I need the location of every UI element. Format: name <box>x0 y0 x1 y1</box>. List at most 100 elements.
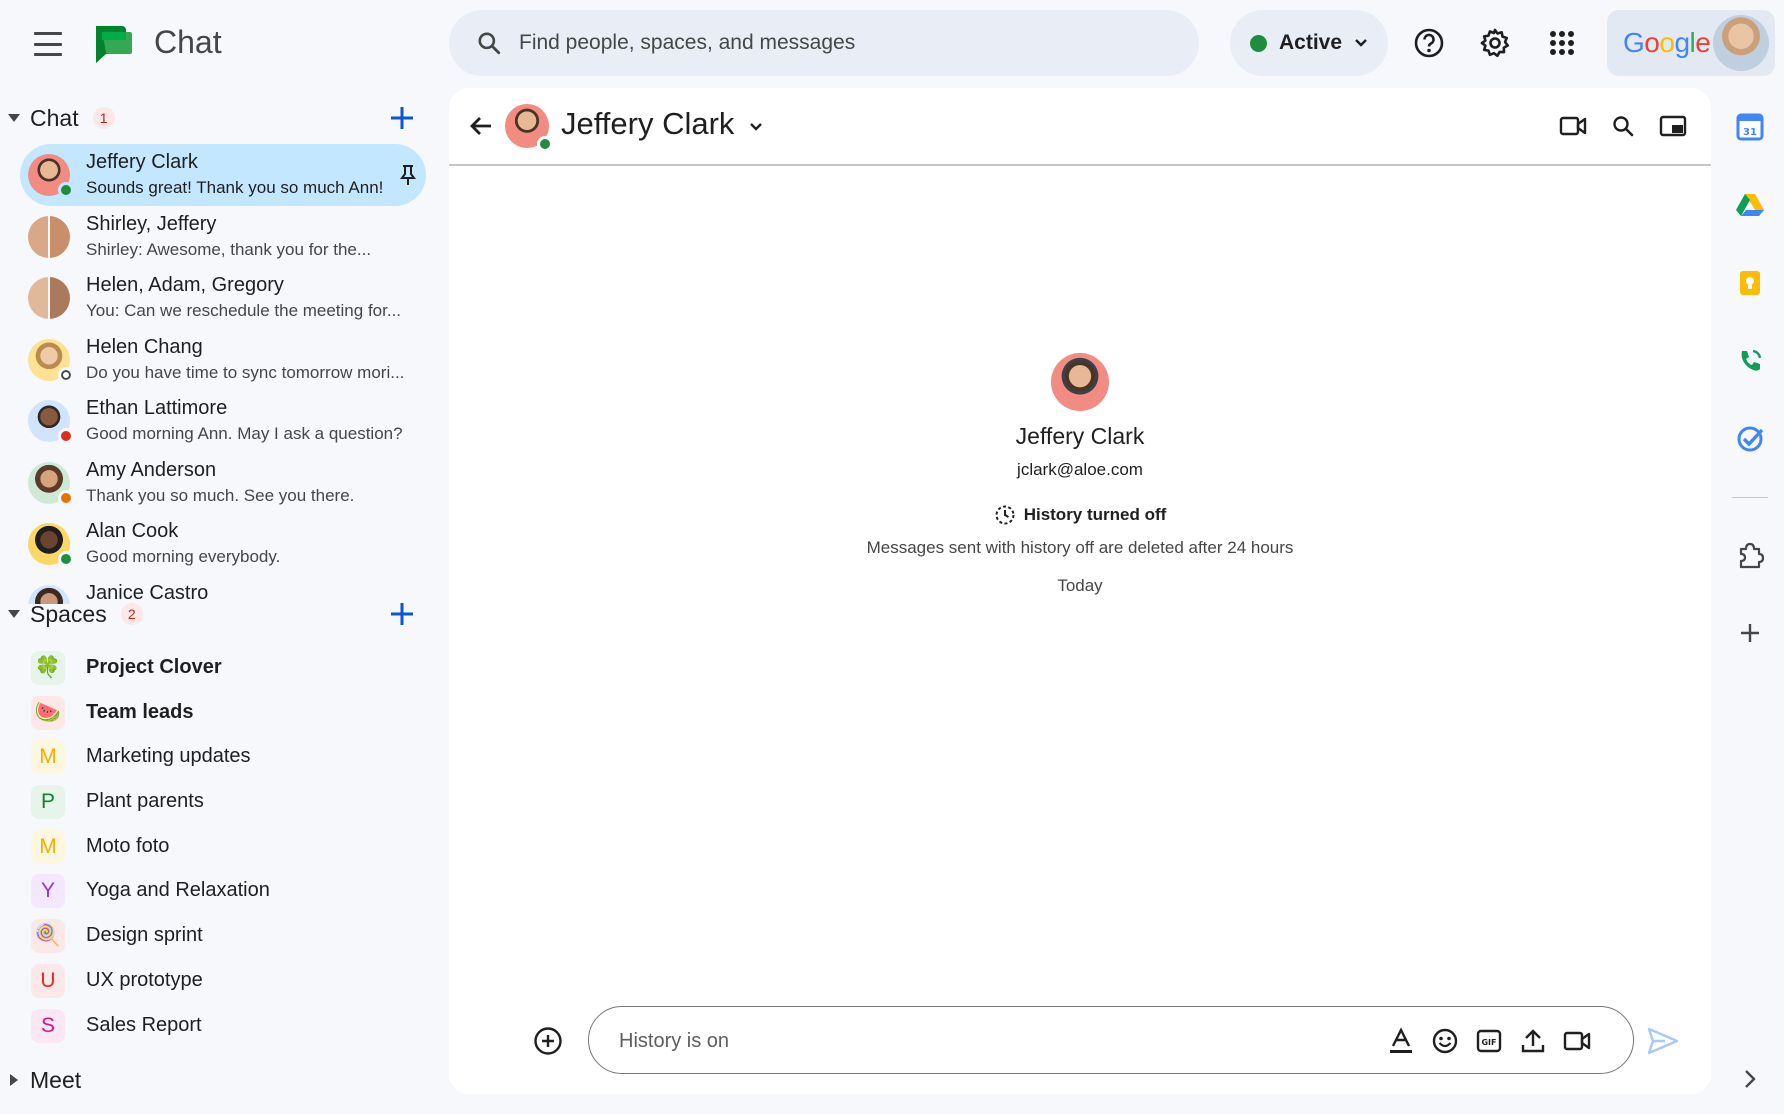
dm-item[interactable]: Helen, Adam, Gregory You: Can we reschedu… <box>20 267 426 329</box>
presence-dot <box>58 182 74 198</box>
dm-item[interactable]: Amy Anderson Thank you so much. See you t… <box>20 452 426 514</box>
svg-text:GIF: GIF <box>1481 1038 1496 1047</box>
space-item[interactable]: P Plant parents <box>0 780 440 825</box>
spaces-section-title: Spaces <box>30 600 107 627</box>
calendar-icon[interactable]: 31 <box>1732 109 1768 145</box>
meet-section-header[interactable]: Meet <box>0 1052 440 1108</box>
dm-preview: Good morning Ann. May I ask a question? <box>86 424 403 443</box>
chat-section-header[interactable]: Chat 1 <box>0 88 440 148</box>
drive-icon[interactable] <box>1732 187 1768 223</box>
search-input[interactable]: Find people, spaces, and messages <box>519 31 855 55</box>
help-icon[interactable] <box>1406 20 1452 66</box>
space-avatar: U <box>31 963 65 998</box>
pop-out-icon[interactable] <box>1653 106 1693 146</box>
chevron-down-icon <box>1355 39 1367 47</box>
dm-name: Amy Anderson <box>86 458 217 481</box>
space-avatar: M <box>31 740 65 775</box>
space-name: Yoga and Relaxation <box>86 879 270 902</box>
upload-icon[interactable] <box>1517 1025 1549 1057</box>
message-input[interactable]: History is on <box>619 1030 729 1053</box>
presence-dot <box>58 428 74 444</box>
emoji-icon[interactable] <box>1429 1025 1461 1057</box>
chevron-down-icon[interactable] <box>747 118 765 136</box>
search-icon[interactable] <box>1603 106 1643 146</box>
collapse-triangle-icon[interactable] <box>8 114 20 122</box>
send-icon[interactable] <box>1645 1025 1681 1057</box>
add-icon[interactable] <box>1732 615 1768 651</box>
account-avatar[interactable] <box>1713 15 1769 71</box>
space-name: Design sprint <box>86 924 203 947</box>
settings-icon[interactable] <box>1472 20 1518 66</box>
video-meeting-icon[interactable] <box>1561 1025 1593 1057</box>
contact-email: jclark@aloe.com <box>1017 460 1143 479</box>
contact-avatar-large[interactable] <box>1051 353 1109 411</box>
search-icon <box>459 30 519 56</box>
status-selector[interactable]: Active <box>1230 10 1388 76</box>
dm-item[interactable]: Alan Cook Good morning everybody. <box>20 513 426 575</box>
spaces-section-header[interactable]: Spaces 2 <box>0 584 440 644</box>
search-bar[interactable]: Find people, spaces, and messages <box>449 10 1199 76</box>
new-chat-plus-icon[interactable] <box>386 102 418 134</box>
video-call-icon[interactable] <box>1553 106 1593 146</box>
voice-icon[interactable] <box>1732 343 1768 379</box>
conversation-intro: Jeffery Clark jclark@aloe.com History tu… <box>449 353 1711 596</box>
presence-online-dot <box>537 136 553 152</box>
account-switcher[interactable]: Google <box>1607 10 1775 76</box>
space-item[interactable]: U UX prototype <box>0 959 440 1004</box>
space-item[interactable]: M Moto foto <box>0 825 440 870</box>
menu-icon[interactable] <box>28 28 68 60</box>
back-arrow-icon[interactable] <box>463 108 499 144</box>
status-label: Active <box>1279 31 1343 54</box>
history-note: Messages sent with history off are delet… <box>866 538 1294 557</box>
space-name: Team leads <box>86 700 194 723</box>
contact-name: Jeffery Clark <box>1015 423 1145 449</box>
tasks-icon[interactable] <box>1732 421 1768 457</box>
space-item[interactable]: M Marketing updates <box>0 735 440 780</box>
apps-grid-icon[interactable] <box>1539 20 1585 66</box>
conversation-title[interactable]: Jeffery Clark <box>561 106 734 142</box>
history-status: History turned off <box>449 504 1711 526</box>
chat-section-title: Chat <box>30 104 79 131</box>
sidebar: Chat 1 Jeffery Clark Sounds great! Thank … <box>0 88 440 1114</box>
dm-name: Helen Chang <box>86 335 203 358</box>
space-avatar: 🍉 <box>31 695 65 730</box>
add-circle-icon[interactable] <box>532 1025 564 1057</box>
expand-icon[interactable] <box>1732 1061 1768 1097</box>
space-item[interactable]: 🍭 Design sprint <box>0 914 440 959</box>
space-name: UX prototype <box>86 968 203 991</box>
addons-icon[interactable] <box>1732 537 1768 573</box>
presence-dot <box>58 551 74 567</box>
history-title: History turned off <box>1023 505 1167 524</box>
direct-message-list: Jeffery Clark Sounds great! Thank you so … <box>0 144 440 604</box>
dm-item[interactable]: Ethan Lattimore Good morning Ann. May I a… <box>20 390 426 452</box>
presence-dot <box>58 366 74 383</box>
date-divider: Today <box>1057 576 1103 595</box>
message-composer[interactable]: History is on GIF <box>588 1006 1634 1074</box>
space-item[interactable]: S Sales Report <box>0 1004 440 1049</box>
space-item[interactable]: 🍀 Project Clover <box>0 646 440 691</box>
presence-dot <box>58 489 74 506</box>
expand-triangle-icon[interactable] <box>10 1074 18 1086</box>
dm-item[interactable]: Helen Chang Do you have time to sync tomo… <box>20 329 426 391</box>
dm-preview: Shirley: Awesome, thank you for the... <box>86 239 372 259</box>
avatar <box>28 215 70 258</box>
dm-item[interactable]: Shirley, Jeffery Shirley: Awesome, thank … <box>20 206 426 268</box>
space-item[interactable]: Y Yoga and Relaxation <box>0 869 440 914</box>
avatar <box>28 277 70 319</box>
new-space-plus-icon[interactable] <box>386 598 418 630</box>
status-dot <box>1250 34 1267 52</box>
keep-icon[interactable] <box>1732 265 1768 301</box>
gif-icon[interactable]: GIF <box>1473 1025 1505 1057</box>
dm-item[interactable]: Jeffery Clark Sounds great! Thank you so … <box>20 144 426 206</box>
rail-divider <box>1732 497 1768 498</box>
pin-icon[interactable] <box>398 164 418 186</box>
collapse-triangle-icon[interactable] <box>8 610 20 618</box>
spaces-unread-badge: 2 <box>120 603 143 625</box>
space-avatar: 🍀 <box>31 651 65 685</box>
app-title: Chat <box>154 24 222 60</box>
space-avatar: Y <box>31 874 65 909</box>
spaces-list: 🍀 Project Clover 🍉 Team leads M Marketing upd… <box>0 646 440 1048</box>
space-item[interactable]: 🍉 Team leads <box>0 691 440 736</box>
chat-logo-icon[interactable] <box>90 22 134 66</box>
format-text-icon[interactable] <box>1385 1025 1417 1057</box>
